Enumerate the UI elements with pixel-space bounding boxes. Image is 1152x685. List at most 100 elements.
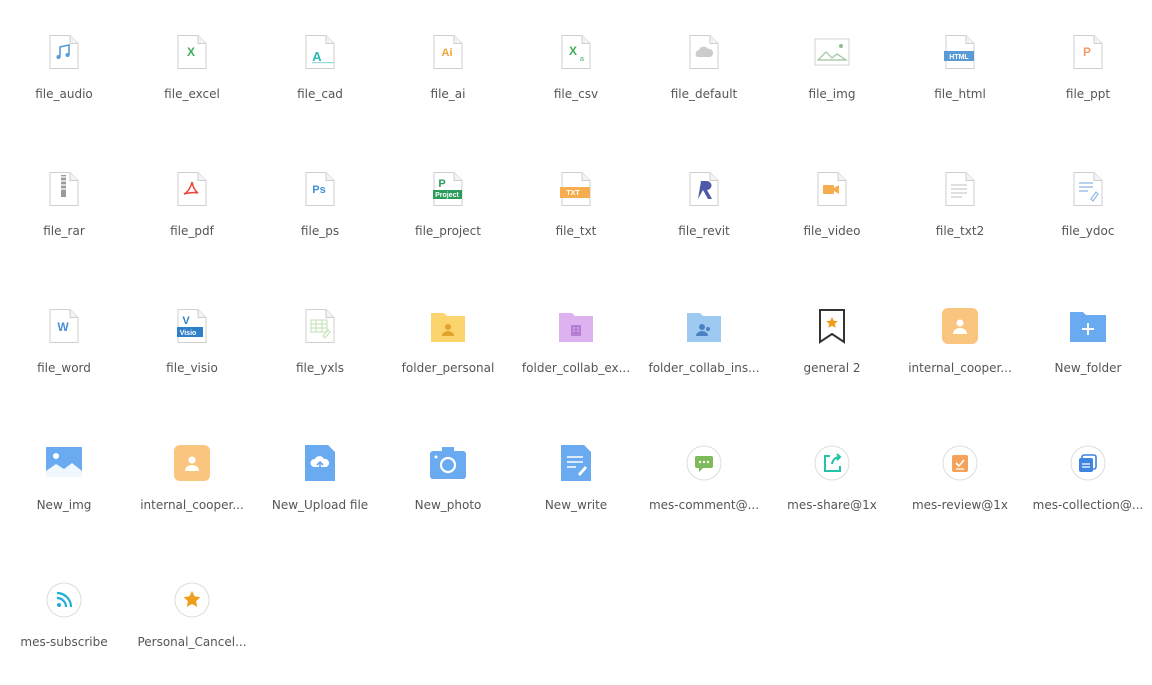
icon-tile[interactable]: folder_collab_ins... — [640, 274, 768, 375]
icon-tile[interactable]: file_rar — [0, 137, 128, 238]
icon-tile[interactable]: Afile_cad — [256, 0, 384, 101]
svg-text:X: X — [569, 44, 577, 58]
file-txt2-icon — [942, 171, 978, 207]
svg-text:HTML: HTML — [949, 54, 969, 61]
icon-label: New_folder — [1054, 361, 1122, 375]
icon-tile[interactable]: internal_cooper... — [128, 411, 256, 512]
file-img-icon — [814, 34, 850, 70]
icon-tile[interactable]: folder_collab_ex... — [512, 274, 640, 375]
icon-label: file_img — [808, 87, 856, 101]
icon-tile[interactable]: V Visio file_visio — [128, 274, 256, 375]
icon-tile[interactable]: TXT file_txt — [512, 137, 640, 238]
icon-tile[interactable]: Wfile_word — [0, 274, 128, 375]
file-audio-icon — [46, 34, 82, 70]
file-txt-icon: TXT — [558, 171, 594, 207]
icon-tile[interactable]: file_video — [768, 137, 896, 238]
icon-label: file_txt2 — [935, 224, 985, 238]
file-visio-icon: V Visio — [174, 308, 210, 344]
icon-label: file_ps — [300, 224, 340, 238]
icon-tile[interactable]: Xa file_csv — [512, 0, 640, 101]
icon-tile[interactable]: New_folder — [1024, 274, 1152, 375]
icon-label: folder_collab_ins... — [648, 361, 760, 375]
internal-cooperation-icon — [942, 308, 978, 344]
svg-text:P: P — [1083, 45, 1091, 59]
icon-label: file_video — [803, 224, 861, 238]
icon-tile[interactable]: New_write — [512, 411, 640, 512]
icon-tile[interactable]: file_audio — [0, 0, 128, 101]
file-ai-icon: Ai — [430, 34, 466, 70]
icon-label: file_pdf — [170, 224, 214, 238]
icon-tile[interactable]: Personal_Cancel... — [128, 548, 256, 649]
icon-label: file_ydoc — [1061, 224, 1115, 238]
file-video-icon — [814, 171, 850, 207]
icon-label: internal_cooper... — [140, 498, 244, 512]
svg-text:Project: Project — [435, 192, 459, 199]
icon-tile[interactable]: P Project file_project — [384, 137, 512, 238]
icon-tile[interactable]: folder_personal — [384, 274, 512, 375]
svg-text:P: P — [438, 178, 445, 190]
icon-tile[interactable]: file_ydoc — [1024, 137, 1152, 238]
icon-tile[interactable]: mes-review@1x — [896, 411, 1024, 512]
icon-label: mes-share@1x — [787, 498, 877, 512]
svg-text:W: W — [57, 320, 69, 334]
comment-icon — [686, 445, 722, 481]
icon-label: mes-subscribe — [20, 635, 108, 649]
icon-tile[interactable]: file_default — [640, 0, 768, 101]
icon-tile[interactable]: file_img — [768, 0, 896, 101]
icon-tile[interactable]: file_revit — [640, 137, 768, 238]
icon-label: file_default — [670, 87, 738, 101]
icon-tile[interactable]: mes-subscribe — [0, 548, 128, 649]
file-cad-icon: A — [302, 34, 338, 70]
icon-label: mes-collection@... — [1032, 498, 1144, 512]
icon-tile[interactable]: file_yxls — [256, 274, 384, 375]
icon-tile[interactable]: Xfile_excel — [128, 0, 256, 101]
collection-icon — [1070, 445, 1106, 481]
new-image-icon — [46, 445, 82, 481]
icon-label: mes-comment@... — [648, 498, 760, 512]
svg-text:A: A — [312, 49, 322, 64]
icon-tile[interactable]: internal_cooper... — [896, 274, 1024, 375]
icon-grid: file_audio Xfile_excel Afile_cad Ai file_ai X… — [0, 0, 1152, 685]
folder-collab-external-icon — [558, 308, 594, 344]
svg-text:Visio: Visio — [180, 330, 197, 337]
icon-tile[interactable]: Ps file_ps — [256, 137, 384, 238]
file-revit-icon — [686, 171, 722, 207]
icon-tile[interactable]: Ai file_ai — [384, 0, 512, 101]
icon-label: file_rar — [43, 224, 85, 238]
svg-text:X: X — [187, 45, 195, 59]
icon-label: file_visio — [166, 361, 218, 375]
icon-tile[interactable]: mes-collection@... — [1024, 411, 1152, 512]
icon-label: file_audio — [35, 87, 93, 101]
icon-tile[interactable]: Pfile_ppt — [1024, 0, 1152, 101]
upload-file-icon — [302, 445, 338, 481]
icon-label: file_csv — [553, 87, 599, 101]
icon-tile[interactable]: mes-comment@... — [640, 411, 768, 512]
file-yxls-icon — [302, 308, 338, 344]
icon-tile[interactable]: New_Upload file — [256, 411, 384, 512]
new-folder-icon — [1070, 308, 1106, 344]
icon-tile[interactable]: file_pdf — [128, 137, 256, 238]
icon-label: file_word — [37, 361, 91, 375]
file-excel-icon: X — [174, 34, 210, 70]
bookmark-star-icon — [814, 308, 850, 344]
icon-tile[interactable]: New_photo — [384, 411, 512, 512]
icon-label: file_cad — [297, 87, 343, 101]
share-icon — [814, 445, 850, 481]
svg-text:a: a — [580, 56, 584, 63]
icon-label: Personal_Cancel... — [137, 635, 247, 649]
icon-label: file_revit — [678, 224, 730, 238]
icon-label: file_project — [415, 224, 481, 238]
camera-icon — [430, 445, 466, 481]
icon-tile[interactable]: mes-share@1x — [768, 411, 896, 512]
icon-tile[interactable]: file_txt2 — [896, 137, 1024, 238]
folder-personal-icon — [430, 308, 466, 344]
star-icon — [174, 582, 210, 618]
file-word-icon: W — [46, 308, 82, 344]
icon-tile[interactable]: New_img — [0, 411, 128, 512]
icon-tile[interactable]: general 2 — [768, 274, 896, 375]
icon-tile[interactable]: HTML file_html — [896, 0, 1024, 101]
icon-label: file_html — [934, 87, 986, 101]
icon-label: New_photo — [414, 498, 482, 512]
file-ydoc-icon — [1070, 171, 1106, 207]
icon-label: file_excel — [164, 87, 220, 101]
